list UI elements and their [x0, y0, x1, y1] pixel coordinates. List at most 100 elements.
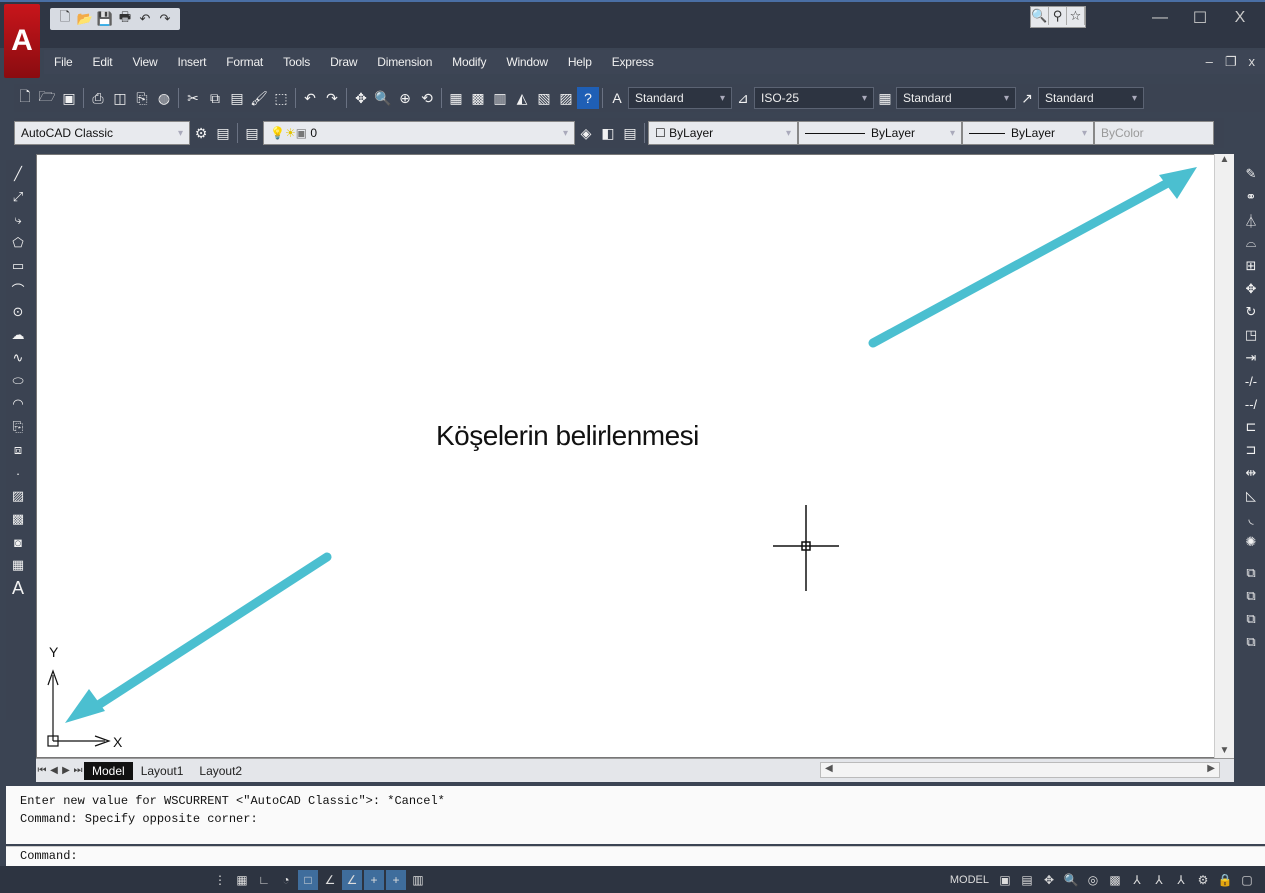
- dimension-style-icon[interactable]: ⊿: [732, 87, 754, 109]
- scroll-down-icon[interactable]: ▼: [1215, 745, 1234, 756]
- line-icon[interactable]: ╱: [8, 164, 28, 184]
- first-tab-icon[interactable]: ⏮: [36, 765, 48, 776]
- break-at-point-icon[interactable]: ⊏: [1241, 417, 1261, 437]
- steering-wheel-icon[interactable]: ◎: [1083, 870, 1103, 890]
- draw-order-back-icon[interactable]: ⧉: [1241, 586, 1261, 606]
- gradient-icon[interactable]: ▩: [8, 509, 28, 529]
- cut-icon[interactable]: ✂: [182, 87, 204, 109]
- menu-edit[interactable]: Edit: [83, 55, 123, 69]
- undo-icon[interactable]: ↶: [136, 10, 154, 28]
- tool-palettes-icon[interactable]: ▥: [489, 87, 511, 109]
- properties-icon[interactable]: ▦: [445, 87, 467, 109]
- hatch-icon[interactable]: ▨: [8, 486, 28, 506]
- favorites-star-icon[interactable]: ☆: [1067, 7, 1085, 25]
- ortho-mode-icon[interactable]: ∟: [254, 870, 274, 890]
- zoom-realtime-icon[interactable]: 🔍: [372, 87, 394, 109]
- menu-file[interactable]: File: [44, 55, 83, 69]
- text-style-icon[interactable]: A: [606, 87, 628, 109]
- lineweight-control-dropdown[interactable]: ByLayer ▾: [962, 121, 1094, 145]
- pan-status-icon[interactable]: ✥: [1039, 870, 1059, 890]
- menu-dimension[interactable]: Dimension: [367, 55, 442, 69]
- 3d-dwf-icon[interactable]: ◍: [153, 87, 175, 109]
- arc-icon[interactable]: ⌒: [8, 279, 28, 299]
- revision-cloud-icon[interactable]: ☁: [8, 325, 28, 345]
- draw-order-below-icon[interactable]: ⧉: [1241, 632, 1261, 652]
- plot-preview-icon[interactable]: ◫: [109, 87, 131, 109]
- insert-block-icon[interactable]: ⎘: [8, 417, 28, 437]
- make-object-layer-current-icon[interactable]: ◈: [575, 122, 597, 144]
- trim-icon[interactable]: -/-: [1241, 371, 1261, 391]
- minimize-button[interactable]: —: [1140, 8, 1180, 28]
- 3d-object-snap-icon[interactable]: ∠: [320, 870, 340, 890]
- color-control-dropdown[interactable]: ☐ ByLayer ▾: [648, 121, 798, 145]
- copy-icon[interactable]: ⧉: [204, 87, 226, 109]
- construction-line-icon[interactable]: ⤢: [8, 187, 28, 207]
- circle-icon[interactable]: ⊙: [8, 302, 28, 322]
- copy-object-icon[interactable]: ⚭: [1241, 187, 1261, 207]
- erase-icon[interactable]: ✎: [1241, 164, 1261, 184]
- mirror-icon[interactable]: ⏃: [1241, 210, 1261, 230]
- command-input[interactable]: [81, 849, 982, 863]
- drawing-area[interactable]: Y X: [36, 154, 1234, 758]
- table-style-dropdown[interactable]: Standard ▾: [896, 87, 1016, 109]
- lineweight-display-icon[interactable]: ▥: [408, 870, 428, 890]
- menu-insert[interactable]: Insert: [167, 55, 216, 69]
- doc-restore-button[interactable]: ❐: [1225, 54, 1237, 70]
- object-snap-icon[interactable]: □: [298, 869, 318, 890]
- join-icon[interactable]: ⇹: [1241, 463, 1261, 483]
- markup-icon[interactable]: ▧: [533, 87, 555, 109]
- communication-center-icon[interactable]: ⚲: [1049, 7, 1067, 25]
- annotation-scale-icon[interactable]: ⅄: [1127, 870, 1147, 890]
- snap-mode-icon[interactable]: ⋮: [210, 870, 230, 890]
- zoom-status-icon[interactable]: 🔍: [1061, 870, 1081, 890]
- menu-window[interactable]: Window: [496, 55, 557, 69]
- dynamic-ucs-icon[interactable]: +: [364, 869, 384, 890]
- point-icon[interactable]: ·: [8, 463, 28, 483]
- paste-icon[interactable]: ▤: [226, 87, 248, 109]
- maximize-button[interactable]: ☐: [1180, 8, 1220, 28]
- multileader-style-icon[interactable]: ↗: [1016, 87, 1038, 109]
- menu-tools[interactable]: Tools: [273, 55, 320, 69]
- array-icon[interactable]: ⊞: [1241, 256, 1261, 276]
- application-menu-button[interactable]: A: [4, 4, 40, 78]
- save-file-icon[interactable]: ▣: [58, 87, 80, 109]
- chamfer-icon[interactable]: ◺: [1241, 486, 1261, 506]
- annotation-visibility-icon[interactable]: ⅄: [1149, 870, 1169, 890]
- last-tab-icon[interactable]: ⏭: [72, 765, 84, 776]
- workspace-save-icon[interactable]: ▤: [212, 122, 234, 144]
- menu-express[interactable]: Express: [602, 55, 664, 69]
- auto-scale-icon[interactable]: ⅄: [1171, 870, 1191, 890]
- make-block-icon[interactable]: ⧈: [8, 440, 28, 460]
- scroll-left-icon[interactable]: ◀: [825, 763, 833, 774]
- table-style-icon[interactable]: ▦: [874, 87, 896, 109]
- redo-toolbar-icon[interactable]: ↷: [321, 87, 343, 109]
- stretch-icon[interactable]: ⇥: [1241, 348, 1261, 368]
- multileader-style-dropdown[interactable]: Standard ▾: [1038, 87, 1144, 109]
- showmotion-icon[interactable]: ▩: [1105, 870, 1125, 890]
- previous-tab-icon[interactable]: ◀: [48, 765, 60, 776]
- rectangle-icon[interactable]: ▭: [8, 256, 28, 276]
- tab-model[interactable]: Model: [84, 761, 133, 780]
- tab-layout1[interactable]: Layout1: [133, 762, 192, 780]
- zoom-window-icon[interactable]: ⊕: [394, 87, 416, 109]
- draw-order-front-icon[interactable]: ⧉: [1241, 563, 1261, 583]
- clean-screen-icon[interactable]: ▢: [1237, 870, 1257, 890]
- table-icon[interactable]: ▦: [8, 555, 28, 575]
- zoom-previous-icon[interactable]: ⟲: [416, 87, 438, 109]
- next-tab-icon[interactable]: ▶: [60, 765, 72, 776]
- print-icon[interactable]: 🖶: [116, 9, 134, 28]
- layer-previous-icon[interactable]: ◧: [597, 122, 619, 144]
- region-icon[interactable]: ◙: [8, 532, 28, 552]
- scale-icon[interactable]: ◳: [1241, 325, 1261, 345]
- redo-icon[interactable]: ↷: [156, 10, 174, 28]
- object-snap-tracking-icon[interactable]: ∠: [342, 869, 362, 890]
- workspace-dropdown[interactable]: AutoCAD Classic ▾: [14, 121, 190, 145]
- save-icon[interactable]: 💾: [96, 10, 114, 28]
- menu-help[interactable]: Help: [558, 55, 602, 69]
- polar-tracking-icon[interactable]: ◔: [276, 870, 296, 890]
- offset-icon[interactable]: ⌓: [1241, 233, 1261, 253]
- block-editor-icon[interactable]: ⬚: [270, 87, 292, 109]
- new-icon[interactable]: 🗋: [56, 9, 74, 28]
- doc-close-button[interactable]: x: [1249, 54, 1256, 70]
- vertical-scrollbar[interactable]: ▲ ▼: [1214, 154, 1234, 758]
